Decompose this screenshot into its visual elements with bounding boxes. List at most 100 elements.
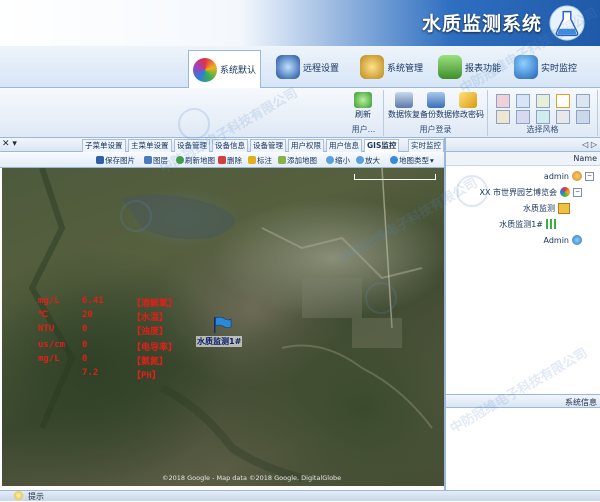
manage-icon — [360, 55, 384, 79]
node-label: admin — [543, 171, 569, 181]
style-swatch-default[interactable] — [556, 94, 570, 108]
group-title: 用户... — [351, 125, 376, 134]
map-type-dropdown[interactable]: 地图类型 ▾ — [390, 154, 434, 166]
collapse-toggle-icon[interactable]: − — [585, 171, 594, 181]
telemetry-value: 0 — [82, 324, 88, 334]
telemetry-value: 0 — [82, 340, 88, 350]
save-icon — [96, 156, 104, 164]
satellite-map[interactable]: 【溶解氧】 6.41 mg/L 【水温】 20 ℃ 【浊度】 0 NTU 【电导… — [2, 168, 444, 486]
telemetry-unit: us/cm — [38, 340, 66, 350]
folder-icon — [558, 202, 570, 214]
telemetry-unit: NTU — [38, 324, 55, 334]
module-label: 报表功能 — [465, 63, 502, 74]
document-tab-bar: ✕ ▾ 实时监控 GIS监控 用户信息 用户权限 设备管理 设备信息 设备管理 … — [0, 138, 445, 153]
tool-label: 刷新地图 — [185, 155, 215, 165]
change-password-button[interactable]: 修改密码 — [452, 92, 484, 120]
telemetry-name: 【氨氮】 — [132, 357, 169, 367]
ribbon-group-user: 刷新 用户... — [344, 90, 384, 136]
style-swatch-gray[interactable] — [576, 94, 590, 108]
restore-data-button[interactable]: 数据恢复 — [388, 92, 420, 120]
button-label: 数据恢复 — [388, 110, 420, 119]
system-info-bar[interactable]: 系统信息 — [446, 394, 600, 408]
zoom-in-button[interactable]: 放大 — [356, 154, 380, 166]
globe-icon — [514, 55, 538, 79]
expo-icon — [560, 187, 570, 197]
signal-icon — [546, 219, 558, 229]
tree-tab-label[interactable]: ◁ ▷ — [582, 140, 597, 149]
tree-node[interactable]: admin − — [544, 170, 594, 182]
globe-icon — [390, 156, 398, 164]
style-swatch-violet[interactable] — [516, 110, 530, 124]
system-info-label: 系统信息 — [565, 398, 597, 407]
layers-button[interactable]: 图层 — [144, 154, 168, 166]
module-report[interactable]: 报表功能 — [434, 50, 505, 84]
tree-node[interactable]: 水质监测 — [523, 202, 570, 214]
tab-device-manage[interactable]: 设备管理 — [250, 139, 286, 153]
style-swatch-sand[interactable] — [496, 110, 510, 124]
report-icon — [438, 55, 462, 79]
telemetry-value: 20 — [82, 310, 93, 320]
palette-icon — [193, 57, 217, 82]
telemetry-value: 6.41 — [82, 296, 104, 306]
style-swatch-blue[interactable] — [516, 94, 530, 108]
style-swatch-silver[interactable] — [556, 110, 570, 124]
mark-button[interactable]: 标注 — [248, 154, 272, 166]
module-label: 系统管理 — [387, 63, 424, 74]
refresh-map-button[interactable]: 刷新地图 — [176, 154, 215, 166]
module-skin[interactable]: 系统默认 — [188, 50, 262, 88]
tool-label: 地图类型 — [399, 155, 429, 165]
refresh-icon — [176, 156, 184, 164]
style-swatch-navy[interactable] — [576, 110, 590, 124]
tool-label: 保存图片 — [105, 155, 135, 165]
style-swatch-teal[interactable] — [536, 110, 550, 124]
ribbon: 选择风格 修改密码 备份数据 数据恢复 用户登录 刷新 用户... — [0, 88, 600, 138]
module-manage[interactable]: 系统管理 — [356, 50, 427, 84]
delete-button[interactable]: 删除 — [218, 154, 242, 166]
telemetry-name: 【水温】 — [132, 313, 169, 323]
refresh-button[interactable]: 刷新 — [354, 92, 372, 120]
tree-node[interactable]: 水质监测1# — [499, 218, 558, 230]
key-icon — [459, 92, 477, 108]
module-label: 系统默认 — [220, 66, 257, 76]
tab-gis[interactable]: GIS监控 — [364, 139, 400, 153]
lightbulb-icon — [14, 491, 23, 500]
refresh-icon — [354, 92, 372, 108]
zoom-out-button[interactable]: 缩小 — [326, 154, 350, 166]
tab-user-info[interactable]: 用户信息 — [326, 139, 362, 153]
button-label: 修改密码 — [452, 110, 484, 119]
map-scale-bar — [354, 174, 436, 180]
layers-icon — [144, 156, 152, 164]
module-realtime[interactable]: 实时监控 — [510, 50, 581, 84]
tree-node[interactable]: XX 市世界园艺博览会 − — [479, 186, 582, 198]
add-map-icon — [278, 156, 286, 164]
backup-data-button[interactable]: 备份数据 — [420, 92, 452, 120]
station-flag-icon[interactable] — [212, 316, 232, 334]
tree-node[interactable]: Admin — [543, 234, 582, 246]
tab-sub-menu[interactable]: 子菜单设置 — [82, 139, 126, 153]
tab-main-menu[interactable]: 主菜单设置 — [128, 139, 172, 153]
status-bar: 提示 — [0, 490, 600, 501]
ribbon-group-login: 修改密码 备份数据 数据恢复 用户登录 — [384, 90, 488, 136]
style-swatch-red[interactable] — [496, 94, 510, 108]
restore-icon — [395, 92, 413, 108]
button-label: 刷新 — [355, 110, 371, 119]
group-title: 选择风格 — [526, 125, 559, 134]
tab-realtime[interactable]: 实时监控 — [408, 139, 444, 153]
tab-device-manage-2[interactable]: 设备管理 — [174, 139, 210, 153]
node-label: 水质监测 — [523, 203, 555, 213]
add-map-button[interactable]: 添加地图 — [278, 154, 317, 166]
style-swatch-green[interactable] — [536, 94, 550, 108]
collapse-toggle-icon[interactable]: − — [573, 187, 582, 197]
tab-device-info[interactable]: 设备信息 — [212, 139, 248, 153]
save-image-button[interactable]: 保存图片 — [96, 154, 135, 166]
node-label: Admin — [543, 235, 570, 245]
tree-column-header: Name — [446, 152, 600, 166]
telemetry-name: 【浊度】 — [132, 327, 169, 337]
tab-user-permission[interactable]: 用户权限 — [288, 139, 324, 153]
close-tab-icon[interactable]: ✕ ▾ — [2, 139, 17, 149]
tool-label: 图层 — [153, 155, 168, 165]
station-label[interactable]: 水质监测1# — [196, 336, 243, 347]
module-remote[interactable]: 远程设置 — [272, 50, 343, 84]
telemetry-unit: mg/L — [38, 296, 60, 306]
telemetry-name: 【溶解氧】 — [132, 299, 178, 309]
